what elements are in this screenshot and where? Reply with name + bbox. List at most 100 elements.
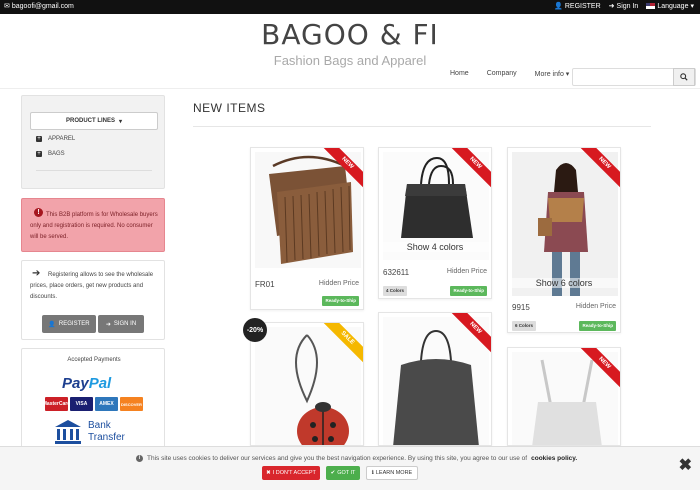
category-apparel[interactable]: + APPAREL bbox=[36, 136, 75, 142]
contact-email[interactable]: ✉ bagoofi@gmail.com bbox=[4, 2, 74, 11]
close-icon[interactable]: ✖ bbox=[679, 455, 692, 475]
signin-button[interactable]: ➜ SIGN IN bbox=[98, 315, 144, 333]
envelope-icon: ✉ bbox=[4, 3, 10, 10]
product-card[interactable]: Show 6 colors NEW 9915 Hidden Price 6 Co… bbox=[507, 147, 621, 333]
login-icon: ➜ bbox=[608, 3, 615, 10]
top-bar: ✉ bagoofi@gmail.com 👤 REGISTER ➜ Sign In L… bbox=[0, 0, 700, 14]
info-icon: i bbox=[136, 455, 143, 462]
ribbon-label: NEW bbox=[578, 348, 620, 389]
ready-to-ship-badge: Ready-to-Ship bbox=[450, 286, 487, 296]
new-ribbon: NEW bbox=[576, 148, 620, 192]
got-it-label: GOT IT bbox=[337, 470, 356, 476]
colors-count-badge: 4 Colors bbox=[383, 286, 408, 296]
search-icon bbox=[680, 73, 688, 81]
login-icon: ➜ bbox=[105, 321, 111, 328]
site-title[interactable]: BAGOO & FI bbox=[0, 18, 700, 51]
cookie-text: This site uses cookies to deliver our se… bbox=[147, 455, 528, 462]
payments-panel: Accepted Payments PayPal MasterCard VISA… bbox=[21, 348, 165, 448]
plus-icon: + bbox=[36, 151, 42, 157]
search-button[interactable] bbox=[673, 68, 695, 86]
main-nav: Home Company More info ▾ bbox=[450, 70, 569, 78]
product-lines-panel: PRODUCT LINES ▾ + APPAREL + BAGS bbox=[21, 95, 165, 189]
learn-more-button[interactable]: ℹ LEARN MORE bbox=[366, 466, 418, 480]
register-link[interactable]: 👤 REGISTER bbox=[554, 2, 601, 11]
cookie-message: i This site uses cookies to deliver our … bbox=[136, 455, 577, 462]
signin-button-label: SIGN IN bbox=[113, 321, 137, 327]
ribbon-label: SALE bbox=[321, 323, 363, 364]
show-colors-link[interactable]: Show 6 colors bbox=[508, 278, 620, 288]
dont-accept-button[interactable]: ✖ I DON'T ACCEPT bbox=[262, 466, 320, 480]
section-divider bbox=[193, 126, 651, 127]
user-icon: 👤 bbox=[554, 3, 563, 10]
product-code: FR01 bbox=[255, 280, 275, 289]
info-icon: ℹ bbox=[371, 470, 374, 476]
discount-badge: -20% bbox=[243, 318, 267, 342]
product-lines-label: PRODUCT LINES bbox=[65, 118, 115, 124]
colors-count-badge: 6 Colors bbox=[512, 321, 537, 331]
search-input[interactable] bbox=[573, 69, 673, 85]
cookies-policy-link[interactable]: cookies policy. bbox=[531, 455, 577, 462]
us-flag-icon bbox=[646, 3, 656, 9]
register-label: REGISTER bbox=[564, 2, 601, 10]
plus-icon: + bbox=[36, 136, 42, 142]
visa-logo: VISA bbox=[70, 397, 93, 411]
ready-to-ship-badge: Ready-to-Ship bbox=[322, 296, 359, 306]
signin-label: Sign In bbox=[616, 2, 639, 10]
product-card[interactable]: Show 4 colors NEW 632611 Hidden Price 4 … bbox=[378, 147, 492, 299]
site-subtitle: Fashion Bags and Apparel bbox=[273, 53, 427, 68]
product-card[interactable]: SALE bbox=[250, 322, 364, 446]
paypal-logo-part: Pal bbox=[88, 375, 112, 392]
amex-logo: AMEX bbox=[95, 397, 118, 411]
learn-more-label: LEARN MORE bbox=[375, 470, 413, 476]
signin-link[interactable]: ➜ Sign In bbox=[608, 2, 639, 11]
sale-ribbon: SALE bbox=[319, 323, 363, 367]
b2b-alert: ! This B2B platform is for Wholesale buy… bbox=[21, 198, 165, 252]
product-card[interactable]: NEW FR01 Hidden Price Ready-to-Ship bbox=[250, 147, 364, 310]
search-box bbox=[572, 68, 696, 86]
ribbon-label: NEW bbox=[321, 148, 363, 189]
paypal-logo-part: Pay bbox=[62, 375, 89, 392]
card-logos: MasterCard VISA AMEX DISCOVER bbox=[43, 397, 143, 411]
product-price: Hidden Price bbox=[575, 303, 616, 310]
product-price: Hidden Price bbox=[318, 280, 359, 287]
new-ribbon: NEW bbox=[576, 348, 620, 392]
product-lines-dropdown[interactable]: PRODUCT LINES ▾ bbox=[30, 112, 158, 130]
bank-text-line: Bank bbox=[88, 420, 111, 431]
caret-down-icon: ▾ bbox=[119, 118, 123, 125]
category-bags[interactable]: + BAGS bbox=[36, 151, 65, 157]
alert-text: This B2B platform is for Wholesale buyer… bbox=[30, 212, 158, 240]
product-card[interactable]: NEW bbox=[378, 312, 492, 446]
ribbon-label: NEW bbox=[449, 313, 491, 354]
language-label: Language bbox=[657, 2, 689, 10]
register-button-label: REGISTER bbox=[58, 321, 90, 327]
bank-transfer: Bank Transfer bbox=[54, 419, 125, 445]
product-code: 632611 bbox=[383, 268, 410, 277]
show-colors-link[interactable]: Show 4 colors bbox=[379, 242, 491, 252]
payments-title: Accepted Payments bbox=[67, 357, 121, 363]
register-panel: ➔ Registering allows to see the wholesal… bbox=[21, 260, 165, 340]
check-icon: ✔ bbox=[330, 470, 336, 476]
nav-home[interactable]: Home bbox=[450, 70, 469, 78]
divider bbox=[36, 170, 152, 171]
category-label: BAGS bbox=[48, 151, 65, 157]
ribbon-label: NEW bbox=[449, 148, 491, 189]
caret-down-icon: ▾ bbox=[565, 71, 570, 78]
cookie-banner: i This site uses cookies to deliver our … bbox=[0, 446, 700, 490]
register-button[interactable]: 👤 REGISTER bbox=[42, 315, 96, 333]
discover-logo: DISCOVER bbox=[120, 397, 143, 411]
nav-more-info[interactable]: More info ▾ bbox=[535, 70, 570, 78]
close-icon: ✖ bbox=[266, 470, 271, 476]
got-it-button[interactable]: ✔ GOT IT bbox=[326, 466, 360, 480]
nav-company[interactable]: Company bbox=[487, 70, 517, 78]
nav-divider bbox=[0, 88, 700, 89]
product-price: Hidden Price bbox=[446, 268, 487, 275]
bank-text-line: Transfer bbox=[88, 432, 125, 443]
product-card[interactable]: NEW bbox=[507, 347, 621, 446]
mastercard-logo: MasterCard bbox=[43, 397, 70, 411]
category-label: APPAREL bbox=[48, 136, 76, 142]
register-info: Registering allows to see the wholesale … bbox=[30, 272, 154, 300]
email-text: bagoofi@gmail.com bbox=[11, 2, 74, 10]
language-selector[interactable]: Language ▾ bbox=[646, 2, 694, 10]
new-ribbon: NEW bbox=[447, 148, 491, 192]
bank-icon bbox=[55, 420, 81, 444]
